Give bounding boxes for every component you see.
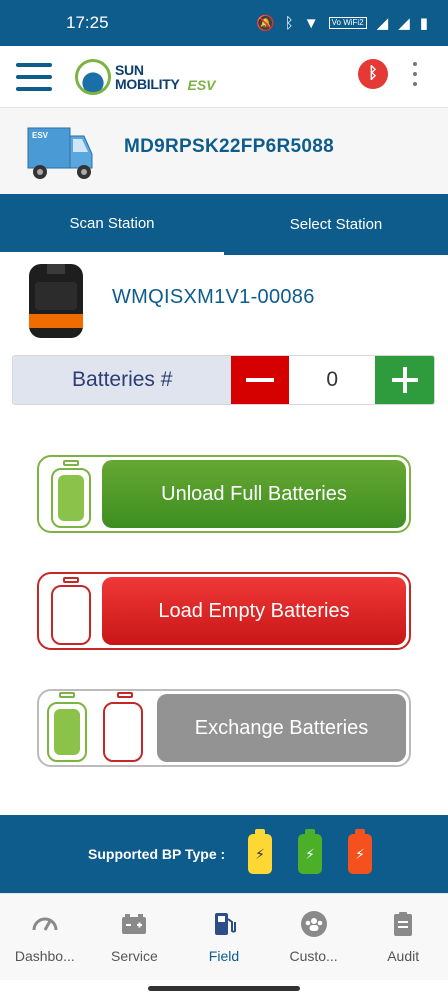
mute-icon: 🔕 — [256, 15, 275, 32]
menu-icon[interactable] — [16, 62, 52, 91]
nav-audit-label: Audit — [387, 948, 420, 964]
full-battery-icon — [47, 702, 87, 762]
bp-yellow-battery-icon: ⚡ — [248, 829, 272, 874]
home-indicator[interactable] — [148, 986, 300, 991]
nav-customers[interactable]: Custo... — [269, 894, 359, 980]
status-bar: 17:25 🔕 ᛒ ▼ Vo WiFi2 ◢ ◢ ▮ — [0, 0, 448, 46]
clipboard-icon — [394, 912, 413, 936]
battery-count-value: 0 — [289, 356, 376, 404]
logo-line-1: SUN — [115, 61, 144, 78]
exchange-batteries-card[interactable]: Exchange Batteries — [37, 689, 411, 767]
battery-cap-icon — [117, 692, 133, 698]
tab-select-station[interactable]: Select Station — [224, 194, 448, 255]
logo-line-2: MOBILITY — [115, 75, 180, 92]
tab-scan-station[interactable]: Scan Station — [0, 194, 224, 255]
customers-icon — [300, 911, 327, 937]
signal-icon: ◢ — [376, 15, 389, 32]
station-tabs: Scan Station Select Station — [0, 194, 448, 255]
empty-battery-icon — [103, 702, 143, 762]
signal-icon-2: ◢ — [398, 15, 410, 32]
vehicle-id: MD9RPSK22FP6R5088 — [124, 136, 334, 157]
status-time: 17:25 — [66, 13, 109, 32]
station-icon — [29, 264, 83, 338]
bluetooth-button[interactable]: ᛒ — [358, 59, 388, 89]
station-id: WMQISXM1V1-00086 — [112, 286, 315, 308]
bp-green-battery-icon: ⚡ — [298, 829, 322, 874]
supported-bp-label: Supported BP Type : — [88, 846, 226, 862]
fuel-station-icon — [214, 913, 236, 935]
vehicle-info: ESV MD9RPSK22FP6R5088 — [0, 108, 448, 194]
sun-mobility-logo: SUN MOBILITY ESV — [75, 58, 216, 95]
bluetooth-icon: ᛒ — [368, 65, 378, 82]
battery-cap-icon — [63, 577, 79, 583]
nav-service[interactable]: Service — [90, 894, 180, 980]
bp-red-battery-icon: ⚡ — [348, 829, 372, 874]
logo-text: SUN MOBILITY — [115, 61, 180, 92]
more-options-icon[interactable] — [412, 62, 418, 86]
increment-button[interactable] — [375, 356, 434, 404]
unload-full-batteries-card[interactable]: Unload Full Batteries — [37, 455, 411, 533]
bottom-nav: Dashbo... Service Field Custo... Audit — [0, 893, 448, 980]
logo-esv: ESV — [187, 76, 216, 93]
app-bar: SUN MOBILITY ESV ᛒ — [0, 46, 448, 108]
battery-counter: Batteries # 0 — [12, 355, 435, 405]
sun-logo-icon — [75, 58, 111, 95]
speedometer-icon — [32, 917, 58, 931]
load-empty-batteries-card[interactable]: Load Empty Batteries — [37, 572, 411, 650]
unload-full-batteries-button[interactable]: Unload Full Batteries — [102, 460, 406, 528]
vehicle-badge: ESV — [32, 131, 49, 140]
full-battery-icon — [51, 468, 91, 528]
wifi-icon: ▼ — [303, 14, 319, 32]
nav-field-label: Field — [208, 948, 240, 964]
bluetooth-status-icon: ᛒ — [284, 14, 294, 32]
decrement-button[interactable] — [231, 356, 290, 404]
vehicle-icon: ESV — [27, 127, 93, 179]
minus-icon — [246, 378, 275, 382]
nav-audit[interactable]: Audit — [358, 894, 448, 980]
battery-status-icon: ▮ — [419, 15, 428, 32]
battery-service-icon — [122, 914, 147, 934]
battery-cap-icon — [59, 692, 75, 698]
status-icons: 🔕 ᛒ ▼ Vo WiFi2 ◢ ◢ ▮ — [256, 14, 428, 33]
load-empty-batteries-button[interactable]: Load Empty Batteries — [102, 577, 406, 645]
station-info: WMQISXM1V1-00086 — [0, 256, 448, 346]
battery-cap-icon — [63, 460, 79, 466]
nav-dashboard[interactable]: Dashbo... — [0, 894, 90, 980]
batteries-label: Batteries # — [13, 356, 232, 404]
nav-customers-label: Custo... — [289, 948, 338, 964]
nav-service-label: Service — [111, 948, 158, 964]
supported-bp-bar: Supported BP Type : ⚡ ⚡ ⚡ — [0, 815, 448, 893]
nav-dashboard-label: Dashbo... — [14, 948, 75, 964]
vowifi-icon: Vo WiFi2 — [328, 17, 367, 29]
nav-field[interactable]: Field — [179, 894, 269, 980]
exchange-batteries-button[interactable]: Exchange Batteries — [157, 694, 406, 762]
empty-battery-icon — [51, 585, 91, 645]
